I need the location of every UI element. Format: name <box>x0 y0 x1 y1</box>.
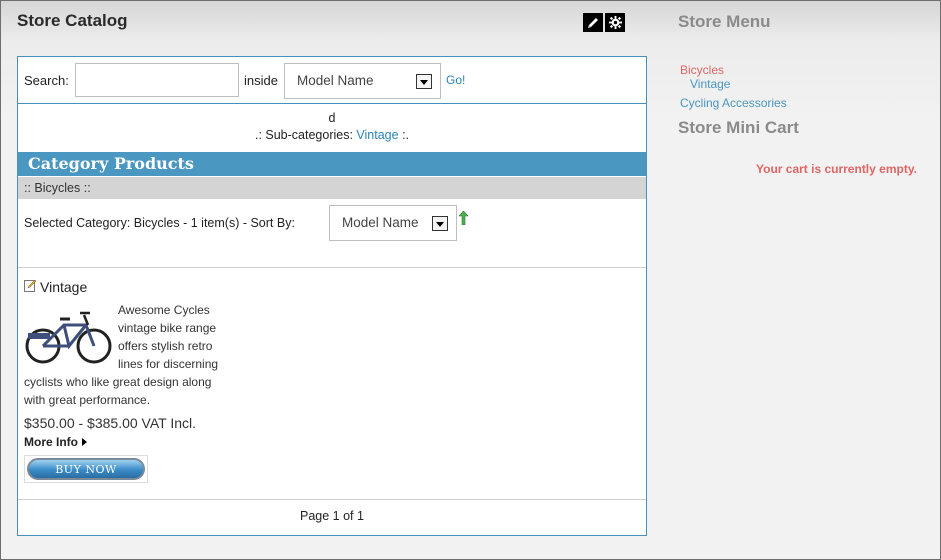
search-bar: Search: inside Model Name Go! <box>18 57 646 104</box>
triangle-right-icon <box>82 435 87 449</box>
chevron-down-icon <box>416 74 432 89</box>
inside-label: inside <box>244 73 278 88</box>
search-field-select-value: Model Name <box>297 73 374 88</box>
buy-now-button[interactable]: BUY NOW <box>24 455 148 483</box>
more-info-link[interactable]: More Info <box>24 435 229 449</box>
admin-tools <box>583 13 625 32</box>
pencil-icon[interactable] <box>583 13 603 32</box>
chevron-down-icon <box>432 216 448 231</box>
category-products-header: Category Products <box>18 152 646 176</box>
subcategories-suffix: :. <box>402 128 410 142</box>
product-item: Vintage Awesome Cycles vintage bike rang… <box>24 279 229 483</box>
subcategories-prefix: .: Sub-categories: <box>254 128 353 142</box>
search-label: Search: <box>24 73 69 88</box>
menu-item-bicycles[interactable]: Bicycles <box>680 63 724 77</box>
sort-row: Selected Category: Bicycles - 1 item(s) … <box>24 216 295 230</box>
sort-select[interactable]: Model Name <box>329 205 457 241</box>
sort-select-value: Model Name <box>342 215 419 230</box>
subcategories: .: Sub-categories: Vintage :. <box>18 128 646 142</box>
product-name-link[interactable]: Vintage <box>40 279 87 295</box>
store-mini-cart-title: Store Mini Cart <box>678 118 799 137</box>
buy-now-label: BUY NOW <box>27 458 145 480</box>
cart-empty-message: Your cart is currently empty. <box>756 162 917 176</box>
go-button[interactable]: Go! <box>446 73 465 87</box>
more-info-label: More Info <box>24 435 78 449</box>
product-price: $350.00 - $385.00 VAT Incl. <box>24 415 197 431</box>
sort-text: Selected Category: Bicycles - 1 item(s) … <box>24 216 295 230</box>
edit-icon[interactable] <box>24 279 37 295</box>
store-menu-title: Store Menu <box>678 12 771 31</box>
sort-up-arrow-icon[interactable] <box>458 210 469 228</box>
category-description: d .: Sub-categories: Vintage :. <box>18 105 646 142</box>
product-image[interactable] <box>24 301 114 369</box>
product-title: Vintage <box>24 279 229 295</box>
catalog-box: Search: inside Model Name Go! d .: Sub-c… <box>17 56 647 536</box>
subcategory-link-vintage[interactable]: Vintage <box>356 128 398 142</box>
menu-item-cycling-accessories[interactable]: Cycling Accessories <box>680 96 787 110</box>
divider <box>18 499 646 500</box>
description-text: d <box>328 111 336 125</box>
gear-icon[interactable] <box>605 13 625 32</box>
category-band: :: Bicycles :: <box>18 177 646 199</box>
search-field-select[interactable]: Model Name <box>284 63 441 99</box>
divider <box>18 267 646 268</box>
page-frame: Store Catalog Search: inside Model Name … <box>0 0 941 560</box>
search-input[interactable] <box>75 63 239 97</box>
pagination: Page 1 of 1 <box>300 509 364 523</box>
menu-item-vintage[interactable]: Vintage <box>690 77 730 91</box>
product-description: Awesome Cycles vintage bike range offers… <box>24 301 229 409</box>
store-catalog-title: Store Catalog <box>17 11 128 30</box>
